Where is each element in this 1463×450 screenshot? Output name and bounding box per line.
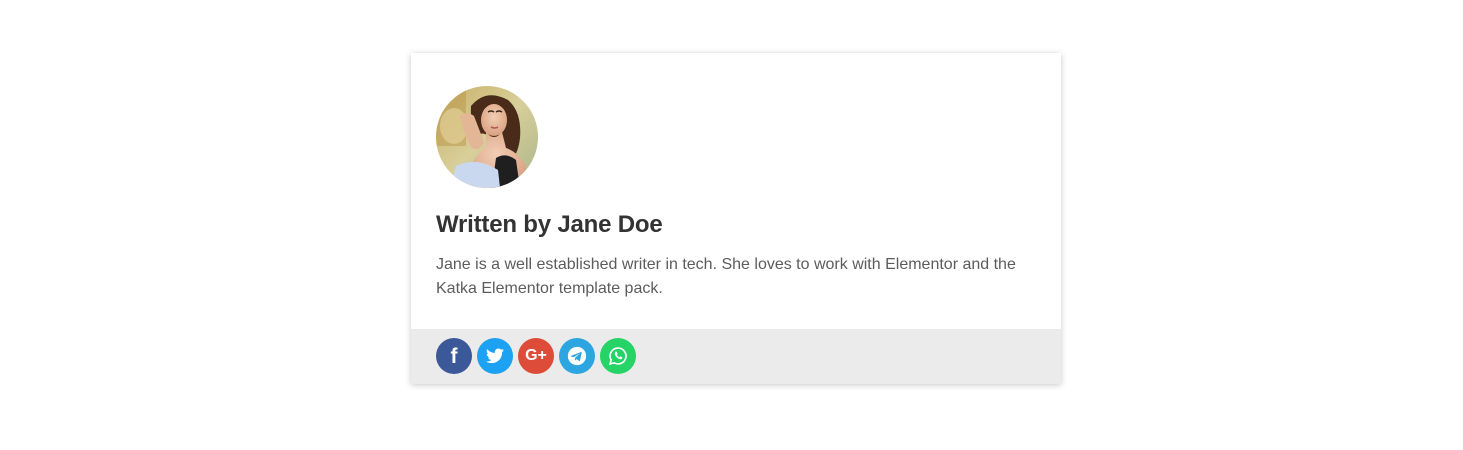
author-box: Written by Jane Doe Jane is a well estab… (411, 53, 1061, 384)
telegram-icon (567, 346, 587, 366)
twitter-button[interactable] (477, 338, 513, 374)
avatar-photo (436, 86, 538, 188)
whatsapp-button[interactable] (600, 338, 636, 374)
facebook-button[interactable]: f (436, 338, 472, 374)
author-avatar (436, 86, 538, 188)
google-plus-button[interactable]: G+ (518, 338, 554, 374)
social-icons-list: f G+ (436, 338, 636, 374)
whatsapp-icon (608, 347, 627, 366)
social-share-bar: f G+ (411, 329, 1061, 384)
twitter-icon (486, 348, 504, 364)
author-bio: Jane is a well established writer in tec… (436, 256, 1016, 297)
facebook-icon: f (450, 344, 458, 368)
google-plus-icon: G+ (525, 347, 547, 364)
author-title: Written by Jane Doe (436, 211, 663, 238)
telegram-button[interactable] (559, 338, 595, 374)
